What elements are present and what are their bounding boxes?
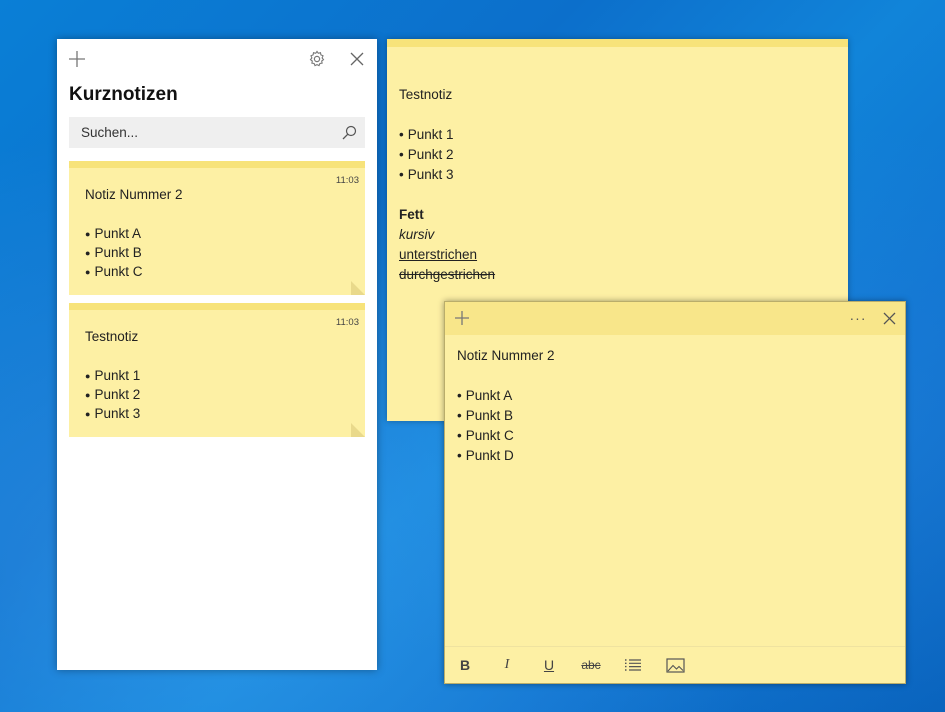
page-title: Kurznotizen [69,84,178,105]
close-button[interactable] [347,49,367,69]
list-item: Punkt A [85,224,142,243]
list-item: Punkt 2 [85,385,140,404]
bullet-item: Punkt 1 [399,125,495,145]
new-note-button[interactable] [453,309,471,327]
empty-line [399,185,495,205]
notes-list-window: Kurznotizen Suchen... 11:03 Notiz Nummer… [57,39,377,670]
italic-text: kursiv [399,227,435,242]
list-icon [625,659,641,671]
more-options-button[interactable]: ··· [847,308,869,328]
list-item: Punkt 3 [85,404,140,423]
list-item-note-1[interactable]: 11:03 Notiz Nummer 2 Punkt A Punkt B Pun… [69,161,365,295]
note-editor[interactable]: Testnotiz Punkt 1 Punkt 2 Punkt 3 Fett k… [399,85,495,285]
note-editor[interactable]: Notiz Nummer 2 Punkt A Punkt B Punkt C P… [457,346,555,466]
bullet-list-button[interactable] [621,655,645,675]
note-time: 11:03 [335,175,359,186]
bullet-item: Punkt 3 [399,165,495,185]
image-icon [665,657,685,673]
strikethrough-text: durchgestrichen [399,267,496,282]
bold-text: Fett [399,207,424,222]
bold-button[interactable]: B [453,655,477,675]
search-placeholder: Suchen... [81,125,139,140]
note-title: Notiz Nummer 2 [457,348,555,363]
bullet-item: Punkt A [457,386,555,406]
note-title: Testnotiz [85,329,139,344]
gear-icon [309,50,325,67]
note-title: Testnotiz [399,87,453,102]
note-titlebar[interactable] [387,39,848,47]
page-fold-decoration [351,423,365,437]
note-titlebar[interactable]: ··· [445,302,905,335]
strikethrough-button[interactable]: abc [577,655,605,675]
underline-button[interactable]: U [537,655,561,675]
plus-icon [69,51,85,67]
close-icon [350,52,364,66]
close-icon [883,312,895,324]
new-note-button[interactable] [67,49,87,69]
underlined-text: unterstrichen [399,247,478,262]
list-item-note-2[interactable]: 11:03 Testnotiz Punkt 1 Punkt 2 Punkt 3 [69,303,365,437]
note-bullet-list: Punkt 1 Punkt 2 Punkt 3 [85,366,140,423]
list-item: Punkt B [85,243,142,262]
italic-button[interactable]: I [495,655,519,675]
bullet-item: Punkt D [457,446,555,466]
list-item: Punkt 1 [85,366,140,385]
search-input[interactable]: Suchen... [69,117,365,148]
note-title: Notiz Nummer 2 [85,187,183,202]
page-fold-decoration [351,281,365,295]
plus-icon [455,311,469,325]
search-icon[interactable] [341,124,357,140]
note-time: 11:03 [335,317,359,328]
formatting-toolbar: B I U abc [445,646,905,684]
bullet-item: Punkt B [457,406,555,426]
list-item: Punkt C [85,262,142,281]
list-titlebar [57,39,377,79]
settings-button[interactable] [307,49,327,69]
note-window-notiz-nummer-2: ··· Notiz Nummer 2 Punkt A Punkt B Punkt… [444,301,906,684]
note-bullet-list: Punkt A Punkt B Punkt C [85,224,142,281]
bullet-item: Punkt 2 [399,145,495,165]
bullet-item: Punkt C [457,426,555,446]
empty-line [399,105,495,125]
close-button[interactable] [881,310,897,326]
empty-line [457,366,555,386]
insert-image-button[interactable] [663,655,687,675]
